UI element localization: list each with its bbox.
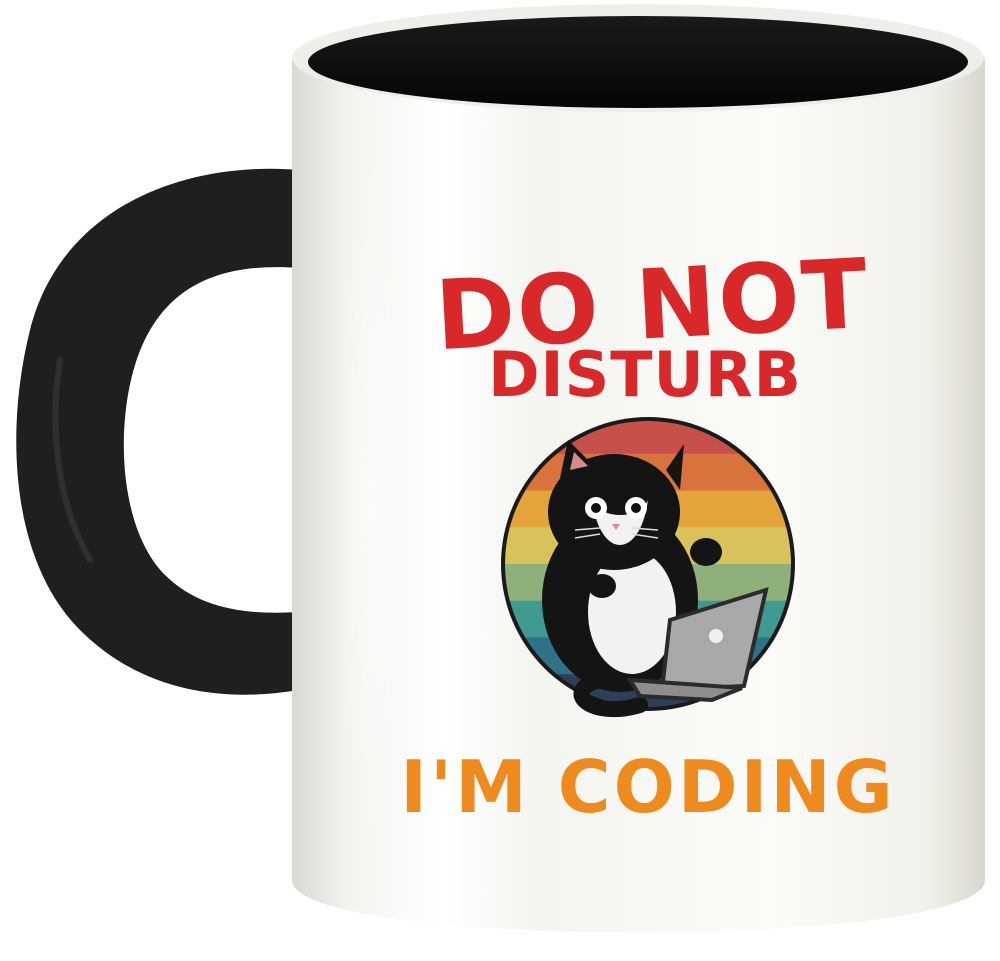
mug-scene: DO NOT DISTURB I'M CODING — [16, 4, 985, 933]
mug-handle — [16, 168, 300, 695]
print-line-3: I'M CODING — [400, 745, 896, 829]
print-line-2: DISTURB — [488, 338, 802, 411]
cat-badge — [501, 417, 795, 718]
mug-interior — [308, 16, 968, 108]
handle-shape — [16, 168, 300, 695]
